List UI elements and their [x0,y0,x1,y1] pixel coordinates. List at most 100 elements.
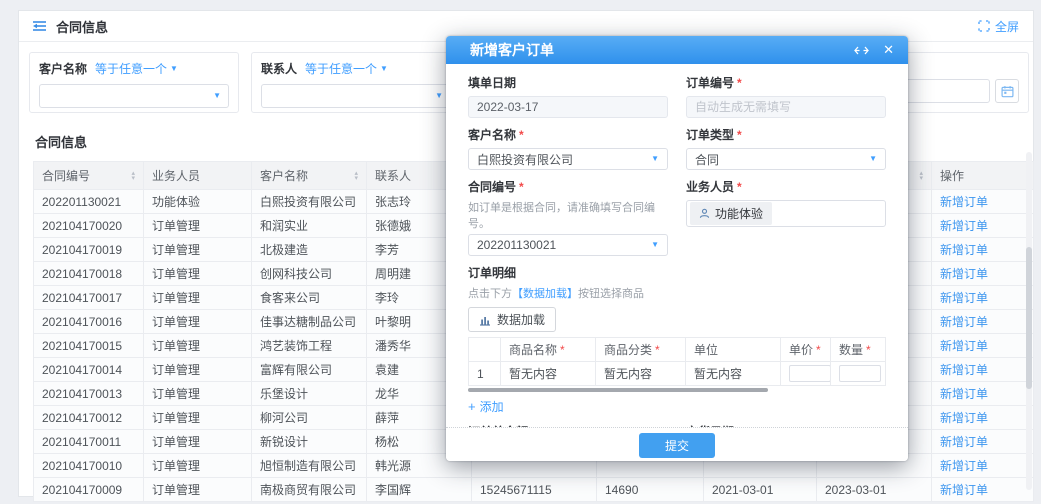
calendar-button[interactable] [995,79,1019,103]
cell-staff: 订单管理 [144,238,252,262]
col-header-contract-no[interactable]: 合同编号 ▴▾ [34,162,144,190]
cell-customer: 佳事达糖制品公司 [252,310,367,334]
cell-customer: 富辉有限公司 [252,358,367,382]
cell-contract-no: 202104170012 [34,406,144,430]
cell-action: 新增订单 [932,310,1034,334]
fill-date-field [468,96,668,118]
filter-label: 联系人 [261,60,297,77]
items-horizontal-scrollbar[interactable] [468,388,886,393]
cell-contract-no: 202104170013 [34,382,144,406]
cell-contract-no: 202104170009 [34,478,144,502]
chevron-down-icon: ▼ [869,155,877,163]
fullscreen-button[interactable]: 全屏 [978,18,1019,35]
cell-customer: 旭恒制造有限公司 [252,454,367,478]
new-order-link[interactable]: 新增订单 [940,291,988,305]
cell-action: 新增订单 [932,358,1034,382]
fullscreen-label: 全屏 [995,18,1019,35]
new-order-link[interactable]: 新增订单 [940,339,988,353]
item-quantity [831,362,886,386]
chevron-down-icon: ▼ [380,65,388,73]
item-unit-price [781,362,831,386]
cell-action: 新增订单 [932,430,1034,454]
col-header-customer[interactable]: 客户名称 ▴▾ [252,162,367,190]
col-header-staff: 业务人员 [144,162,252,190]
cell-contract-no: 202104170017 [34,286,144,310]
data-load-button[interactable]: 数据加载 [468,307,556,332]
filter-customer-input[interactable]: ▼ [39,84,229,108]
new-order-link[interactable]: 新增订单 [940,459,988,473]
order-no-field [686,96,886,118]
cell-customer: 北极建造 [252,238,367,262]
person-icon [699,208,710,219]
col-quantity: 数量* [831,338,886,362]
new-order-link[interactable]: 新增订单 [940,483,988,497]
quantity-input[interactable] [839,365,881,382]
order-items-table: 商品名称* 商品分类* 单位 单价* 数量* 1 暂无内容 暂无内容 暂无内容 [468,337,886,386]
cell-contact: 李国辉 [367,478,472,502]
contract-no-select[interactable]: 202201130021 ▼ [468,234,668,256]
chevron-down-icon: ▼ [651,241,659,249]
new-order-link[interactable]: 新增订单 [940,363,988,377]
cell-contract-no: 202104170016 [34,310,144,334]
staff-label: 业务人员* [686,178,886,195]
new-order-link[interactable]: 新增订单 [940,315,988,329]
chevron-down-icon: ▼ [435,92,443,100]
cell-staff: 订单管理 [144,358,252,382]
modal-footer: 提交 [446,427,908,461]
cell-customer: 食客来公司 [252,286,367,310]
filter-operator-dropdown[interactable]: 等于任意一个 ▼ [95,60,178,77]
filter-contact-input[interactable]: ▼ [261,84,451,108]
cell-customer: 白熙投资有限公司 [252,190,367,214]
new-order-modal: 新增客户订单 ✕ 填单日期 订单编号* [446,36,908,461]
item-unit[interactable]: 暂无内容 [686,362,781,386]
new-order-link[interactable]: 新增订单 [940,435,988,449]
add-row-link[interactable]: + 添加 [468,398,504,415]
new-order-link[interactable]: 新增订单 [940,411,988,425]
cell-customer: 南极商贸有限公司 [252,478,367,502]
cell-contract-no: 202104170020 [34,214,144,238]
contract-no-label: 合同编号* [468,178,668,195]
cell-contract-no: 202104170018 [34,262,144,286]
unit-price-input[interactable] [789,365,831,382]
col-unit: 单位 [686,338,781,362]
close-icon[interactable]: ✕ [883,42,894,58]
sort-icon: ▴▾ [919,171,923,181]
cell-action: 新增订单 [932,478,1034,502]
contract-no-hint: 如订单是根据合同，请准确填写合同编号。 [468,199,668,231]
staff-chip: 功能体验 [690,202,772,225]
cell-contract-no: 202104170014 [34,358,144,382]
new-order-link[interactable]: 新增订单 [940,195,988,209]
cell-amount: 14690 [597,478,704,502]
plus-icon: + [468,400,476,413]
scrollbar-thumb[interactable] [468,388,768,392]
cell-contract-no: 202104170011 [34,430,144,454]
filter-operator-dropdown[interactable]: 等于任意一个 ▼ [305,60,388,77]
new-order-link[interactable]: 新增订单 [940,219,988,233]
scrollbar-thumb[interactable] [1026,247,1032,389]
modal-body: 填单日期 订单编号* 客户名称* 白熙投资有限公司 ▼ [446,64,908,461]
resize-horizontal-icon[interactable] [854,46,869,55]
order-type-label: 订单类型* [686,126,886,143]
customer-select[interactable]: 白熙投资有限公司 ▼ [468,148,668,170]
cell-customer: 柳河公司 [252,406,367,430]
order-type-select[interactable]: 合同 ▼ [686,148,886,170]
filter-card-customer: 客户名称 等于任意一个 ▼ ▼ [29,52,239,113]
table-scrollbar[interactable] [1026,152,1032,490]
detail-hint: 点击下方【数据加载】按钮选择商品 [468,285,886,301]
cell-staff: 订单管理 [144,430,252,454]
cell-staff: 订单管理 [144,214,252,238]
submit-button[interactable]: 提交 [639,433,715,458]
new-order-link[interactable]: 新增订单 [940,267,988,281]
items-header-row: 商品名称* 商品分类* 单位 单价* 数量* [469,338,886,362]
new-order-link[interactable]: 新增订单 [940,387,988,401]
item-product-name[interactable]: 暂无内容 [501,362,596,386]
staff-field[interactable]: 功能体验 [686,200,886,227]
cell-end-date: 2023-03-01 [817,478,932,502]
chevron-down-icon: ▼ [651,155,659,163]
collapse-menu-icon[interactable] [33,20,47,32]
chevron-down-icon: ▼ [213,92,221,100]
new-order-link[interactable]: 新增订单 [940,243,988,257]
item-product-category[interactable]: 暂无内容 [596,362,686,386]
cell-customer: 和润实业 [252,214,367,238]
cell-staff: 功能体验 [144,190,252,214]
